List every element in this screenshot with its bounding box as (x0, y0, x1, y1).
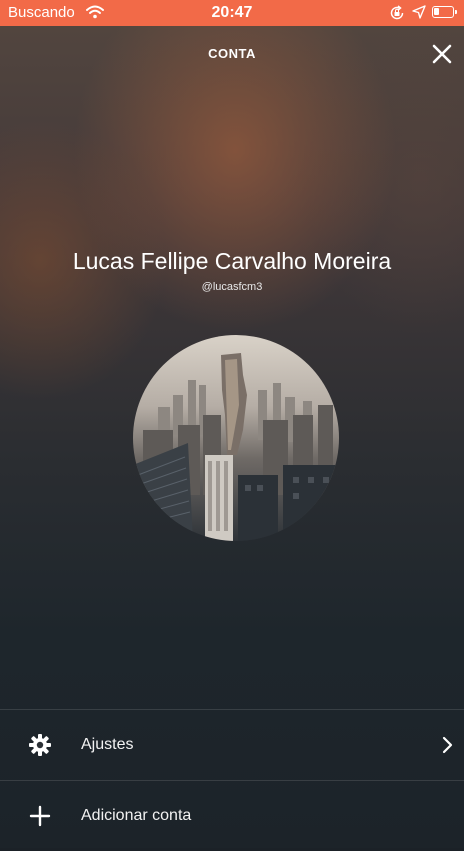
plus-icon (28, 804, 52, 828)
menu-item-settings[interactable]: Ajustes (0, 710, 464, 780)
city-skyline-photo (133, 335, 339, 541)
menu-item-label: Ajustes (81, 736, 134, 753)
page-title: CONTA (208, 46, 256, 61)
gear-icon (28, 733, 52, 757)
menu-item-add-account[interactable]: Adicionar conta (0, 781, 464, 851)
profile-handle: @lucasfcm3 (201, 281, 263, 293)
menu-item-label: Adicionar conta (81, 807, 192, 824)
chevron-right-icon (440, 735, 454, 755)
avatar[interactable] (133, 335, 339, 541)
battery-icon (432, 6, 457, 18)
rotation-lock-icon (389, 5, 405, 25)
status-bar: Buscando 20:47 (0, 0, 464, 26)
location-arrow-icon (412, 5, 426, 23)
profile-name: Lucas Fellipe Carvalho Moreira (72, 248, 392, 274)
close-button[interactable] (428, 40, 456, 68)
close-icon (432, 44, 452, 64)
